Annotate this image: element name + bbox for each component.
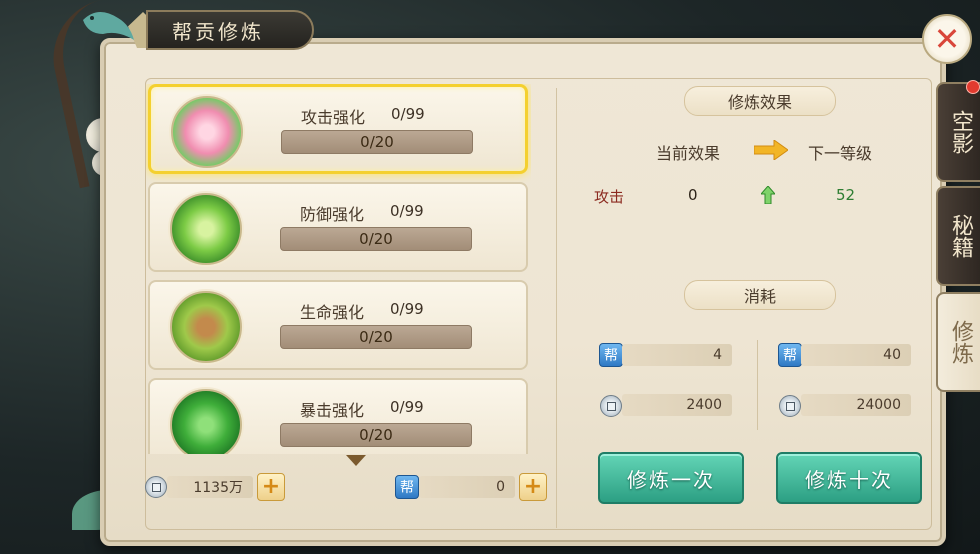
skill-level: 0/99	[390, 202, 424, 220]
lotus-icon	[171, 96, 243, 168]
add-contribution-button[interactable]: +	[519, 473, 547, 501]
skill-list[interactable]: 攻击强化 0/99 0/20 防御强化 0/99 0/20 生命强化 0/99 …	[146, 84, 531, 454]
cost-divider	[757, 340, 758, 430]
stat-name: 攻击	[594, 188, 625, 206]
skill-progress-bar: 0/20	[280, 325, 472, 349]
skill-name: 生命强化	[300, 303, 365, 322]
ten-contribution-cost: 40	[801, 344, 911, 366]
skill-level: 0/99	[390, 398, 424, 416]
skill-item-health[interactable]: 生命强化 0/99 0/20	[148, 280, 528, 370]
arrow-right-icon	[754, 140, 788, 160]
tab-xiulian[interactable]: 修炼	[936, 292, 980, 392]
train-ten-button[interactable]: 修炼十次	[776, 452, 922, 504]
skill-progress-text: 0/20	[359, 230, 393, 248]
panel-title-plate: 帮贡修炼	[146, 10, 314, 50]
skill-progress-text: 0/20	[360, 133, 394, 151]
coin-icon	[779, 395, 801, 417]
swirl-icon	[170, 193, 242, 265]
skill-progress-bar: 0/20	[281, 130, 473, 154]
ten-coin-cost: 24000	[801, 394, 911, 416]
notification-dot	[966, 80, 980, 94]
tab-miji[interactable]: 秘籍	[936, 186, 980, 286]
skill-name: 暴击强化	[300, 401, 365, 420]
coin-icon	[145, 476, 167, 498]
skill-progress-bar: 0/20	[280, 227, 472, 251]
bird-icon	[83, 11, 134, 40]
next-stat-value: 52	[836, 186, 856, 204]
tab-xiulian-label: 修炼	[948, 320, 973, 364]
panel-title: 帮贡修炼	[172, 19, 264, 44]
skill-progress-text: 0/20	[359, 426, 393, 444]
effect-section-title: 修炼效果	[684, 86, 836, 116]
close-button[interactable]: ✕	[922, 14, 972, 64]
tab-miji-label: 秘籍	[948, 214, 973, 258]
guild-contribution-icon: 帮	[599, 343, 623, 367]
coin-icon	[600, 395, 622, 417]
coin-amount: 1135万	[167, 476, 253, 498]
once-contribution-cost: 4	[622, 344, 732, 366]
tab-kongying-label: 空影	[948, 110, 973, 154]
coin-balance: 1135万 +	[145, 473, 285, 501]
tab-kongying[interactable]: 空影	[936, 82, 980, 182]
increase-arrow-icon	[761, 186, 775, 204]
skill-item-crit[interactable]: 暴击强化 0/99 0/20	[148, 378, 528, 454]
gourd-icon	[170, 291, 242, 363]
skill-progress-text: 0/20	[359, 328, 393, 346]
guild-contribution-icon: 帮	[778, 343, 802, 367]
cost-section-title: 消耗	[684, 280, 836, 310]
guild-contribution-icon: 帮	[395, 475, 419, 499]
next-level-label: 下一等级	[808, 144, 873, 163]
skill-item-attack[interactable]: 攻击强化 0/99 0/20	[148, 84, 528, 174]
skill-level: 0/99	[391, 105, 425, 123]
column-divider	[556, 88, 557, 528]
current-stat-value: 0	[688, 186, 698, 204]
current-effect-label: 当前效果	[656, 144, 721, 163]
skill-progress-bar: 0/20	[280, 423, 472, 447]
contribution-amount: 0	[419, 476, 515, 498]
skill-item-defense[interactable]: 防御强化 0/99 0/20	[148, 182, 528, 272]
contribution-balance: 帮 0 +	[395, 473, 547, 501]
skill-name: 攻击强化	[301, 108, 366, 127]
close-icon: ✕	[933, 20, 961, 58]
leaves-icon	[170, 389, 242, 454]
skill-name: 防御强化	[300, 205, 365, 224]
skill-level: 0/99	[390, 300, 424, 318]
add-coins-button[interactable]: +	[257, 473, 285, 501]
train-once-button[interactable]: 修炼一次	[598, 452, 744, 504]
once-coin-cost: 2400	[622, 394, 732, 416]
scroll-down-icon[interactable]	[346, 455, 366, 466]
